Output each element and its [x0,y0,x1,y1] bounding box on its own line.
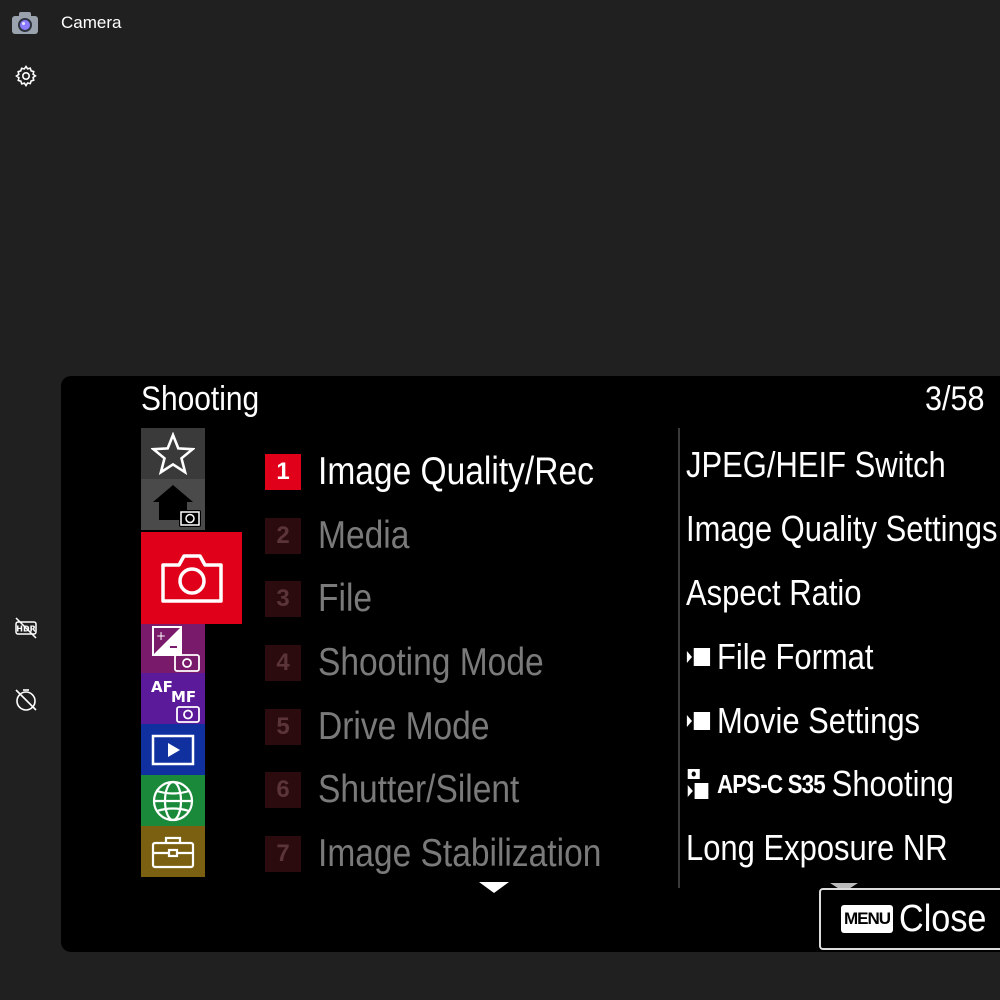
item-number: 4 [265,644,301,681]
close-button[interactable]: MENU Close [819,888,1000,950]
divider [678,428,680,888]
item-number: 3 [265,581,301,618]
page-indicator: 3/58 [925,380,985,418]
sub-item-label: JPEG/HEIF Switch [686,443,946,485]
playback-icon [151,734,195,765]
sub-item[interactable]: Aspect Ratio [686,561,1000,625]
item-label: File [318,577,373,621]
svg-text:+: + [156,629,166,643]
tab-focus[interactable]: AF MF [141,673,205,724]
movie-icon [686,644,712,670]
home-camera-icon [153,484,201,527]
tab-main[interactable] [141,479,205,530]
scroll-down-arrow-icon[interactable] [479,882,509,893]
photo-movie-icon [686,767,712,801]
star-icon [151,431,195,475]
tab-shooting[interactable] [141,532,242,624]
sub-item[interactable]: Long Exposure NR [686,816,1000,880]
aps-c-s35-label: APS-C S35 [716,768,826,799]
globe-icon [152,780,194,821]
sub-item[interactable]: JPEG/HEIF Switch [686,433,1000,497]
camera-icon [160,554,223,603]
sub-item[interactable]: Movie Settings [686,689,1000,753]
item-number: 6 [265,772,301,809]
close-label: Close [899,897,987,940]
timer-off-button[interactable] [12,686,40,714]
item-number: 7 [265,835,301,872]
menu-tabs: + AF MF [141,428,242,877]
item-label: Shutter/Silent [318,768,520,812]
menu-badge: MENU [841,905,894,933]
af-mf-icon: AF MF [151,678,200,723]
item-number: 2 [265,517,301,554]
menu-item[interactable]: 5 Drive Mode [265,695,648,759]
item-label: Shooting Mode [318,640,544,684]
menu-items: 1 Image Quality/Rec 2 Media 3 File 4 Shootin… [265,440,648,886]
sub-item-label: File Format [716,635,874,677]
sub-item[interactable]: Image Quality Settings [686,497,1000,561]
app-title: Camera [61,13,122,32]
item-label: Drive Mode [318,704,490,748]
hdr-off-icon: HDR [15,617,37,639]
item-label: Media [318,513,410,557]
sub-item-label: Shooting [831,763,954,805]
sub-item[interactable]: File Format [686,625,1000,689]
camera-preview: Shooting 3/58 + AF MF 1 Image Quality/Re… [61,376,1000,952]
menu-item[interactable]: 3 File [265,567,648,631]
hdr-off-button[interactable]: HDR [12,614,40,642]
menu-item[interactable]: 1 Image Quality/Rec [265,440,648,504]
item-label: Image Quality/Rec [318,449,594,493]
toolbox-icon [151,836,195,868]
timer-off-icon [15,689,37,711]
item-number: 5 [265,708,301,745]
sub-item-label: Movie Settings [716,699,921,741]
svg-text:MF: MF [171,688,196,706]
menu-item[interactable]: 6 Shutter/Silent [265,758,648,822]
tab-playback[interactable] [141,724,205,775]
svg-text:AF: AF [151,678,173,696]
tab-network[interactable] [141,775,205,826]
item-number: 1 [265,453,301,490]
menu-item[interactable]: 7 Image Stabilization [265,822,648,886]
camera-app-icon [12,12,38,34]
menu-item[interactable]: 2 Media [265,504,648,568]
sub-item-label: Aspect Ratio [686,571,862,613]
sub-item-label: Long Exposure NR [686,827,948,869]
movie-icon [686,708,712,734]
sub-menu: JPEG/HEIF Switch Image Quality Settings … [686,433,1000,880]
tab-favorites[interactable] [141,428,205,479]
sub-item[interactable]: APS-C S35 Shooting [686,752,1000,816]
gear-icon [15,65,37,87]
item-label: Image Stabilization [318,831,602,875]
sub-item-label: Image Quality Settings [686,507,998,549]
tab-exposure[interactable]: + [141,622,205,673]
exposure-camera-icon: + [152,625,200,672]
tab-setup[interactable] [141,826,205,877]
settings-button[interactable] [12,62,40,90]
menu-item[interactable]: 4 Shooting Mode [265,631,648,695]
menu-title: Shooting [141,380,260,418]
